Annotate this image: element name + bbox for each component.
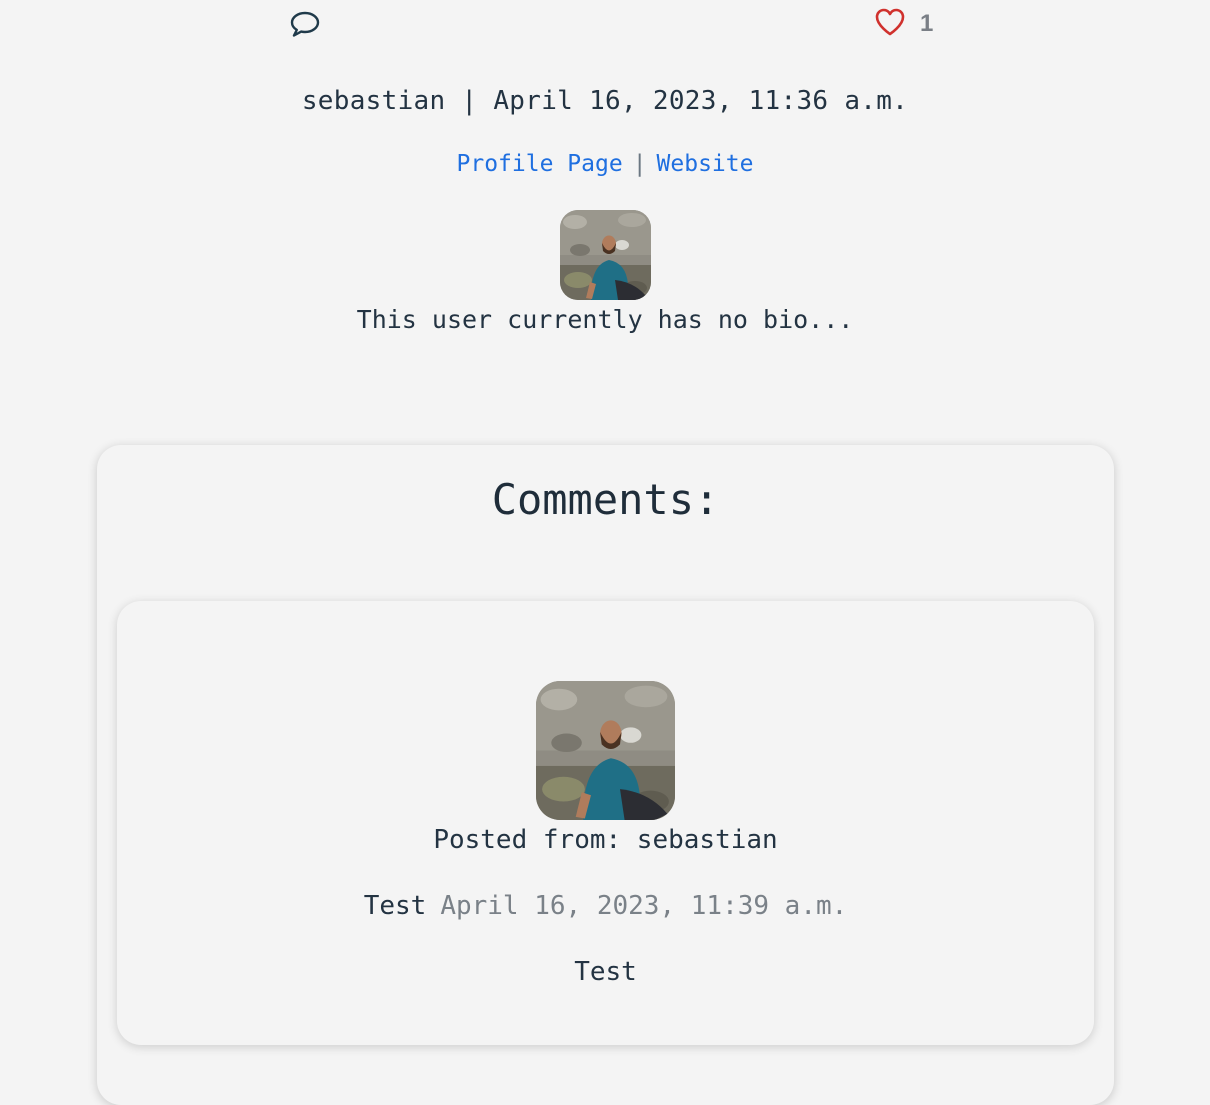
author-date-separator: | — [461, 86, 478, 116]
post-actions-bar: 1 — [0, 8, 1210, 42]
author-avatar — [560, 210, 651, 300]
author-bio: This user currently has no bio... — [356, 305, 854, 334]
author-links: Profile Page | Website — [0, 151, 1210, 177]
links-separator: | — [632, 151, 647, 177]
like-button[interactable]: 1 — [874, 8, 933, 40]
comment-card: Posted from: sebastian Test April 16, 202… — [117, 601, 1094, 1045]
profile-page-link[interactable]: Profile Page — [457, 151, 623, 177]
heart-outline-icon — [874, 7, 906, 41]
website-link[interactable]: Website — [657, 151, 754, 177]
comments-heading: Comments: — [491, 475, 720, 524]
comment-date: April 16, 2023, 11:39 a.m. — [440, 891, 848, 921]
commenter-avatar — [536, 681, 675, 820]
comment-title: Test — [363, 891, 427, 921]
comment-posted-from: Posted from: sebastian — [433, 825, 778, 855]
comment-body: Test — [574, 957, 637, 987]
comment-meta: Test April 16, 2023, 11:39 a.m. — [117, 891, 1094, 921]
like-count: 1 — [920, 10, 934, 37]
comments-section: Comments: Posted from: sebastian Test Ap… — [97, 445, 1114, 1105]
post-date: April 16, 2023, 11:36 a.m. — [493, 86, 909, 116]
post-author-name: sebastian — [301, 86, 446, 116]
speech-bubble-icon[interactable] — [289, 10, 321, 38]
post-author-date: sebastian | April 16, 2023, 11:36 a.m. — [0, 86, 1210, 116]
